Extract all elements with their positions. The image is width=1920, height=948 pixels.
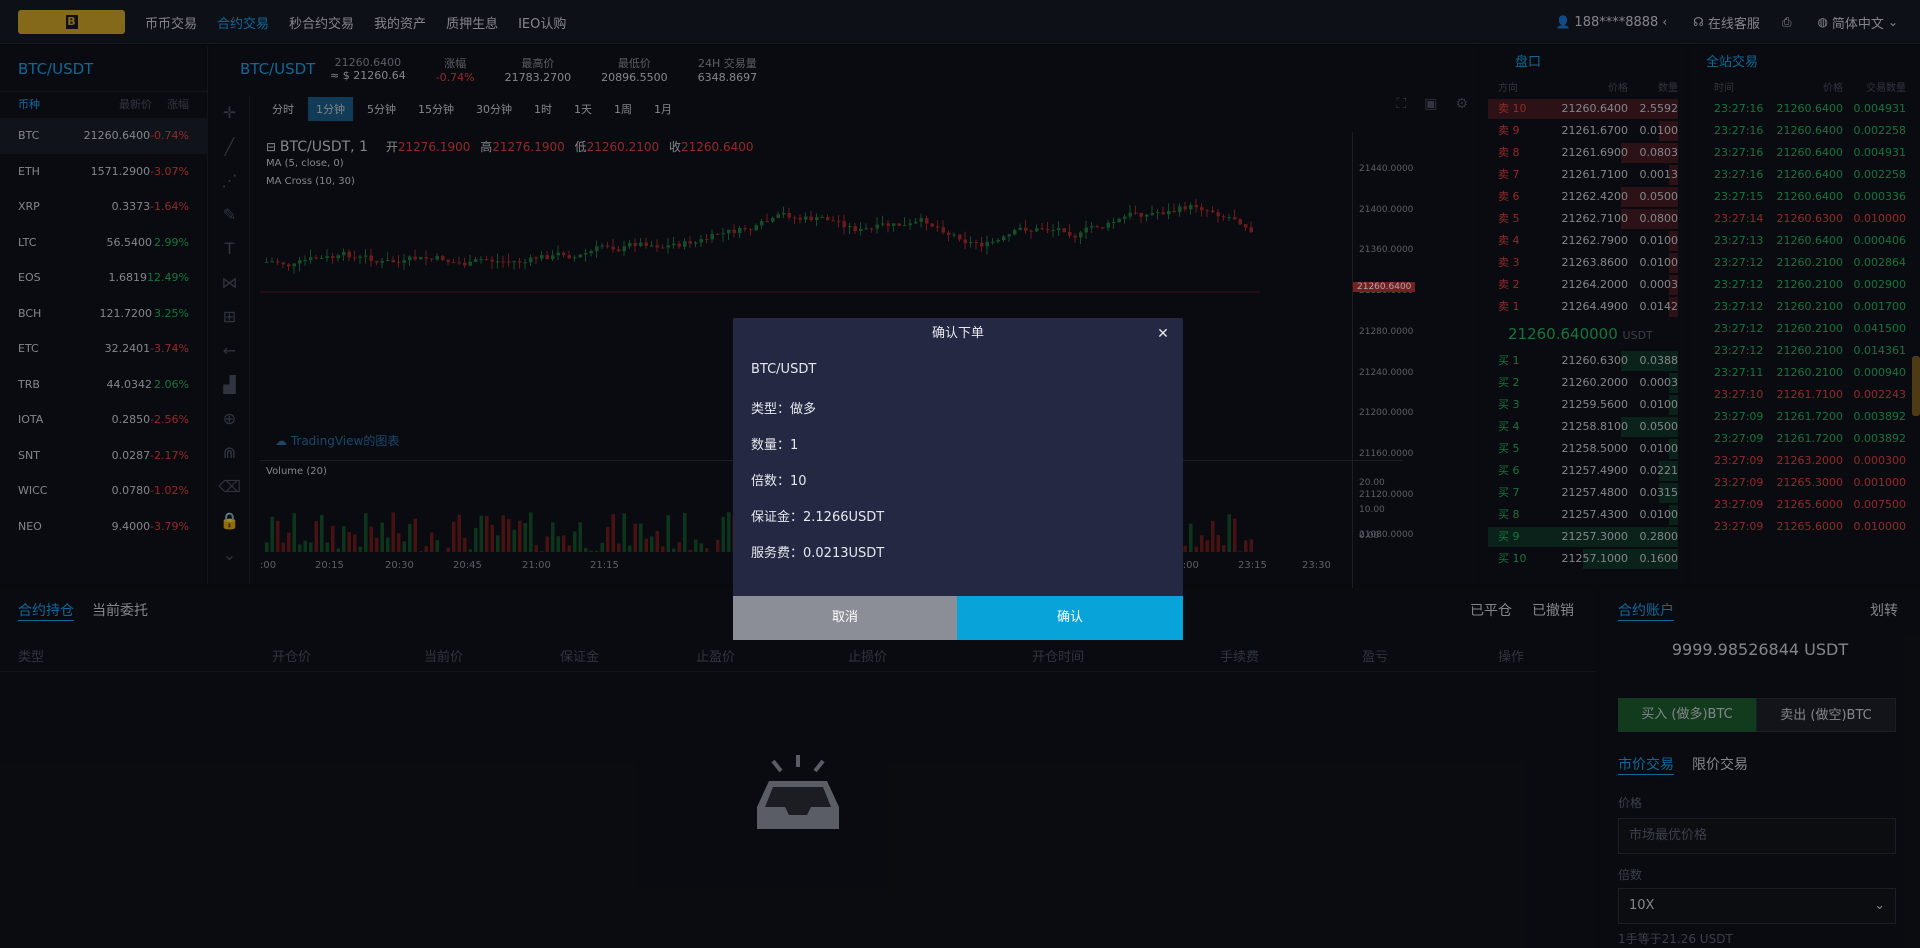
cancel-button[interactable]: 取消	[733, 596, 957, 640]
dialog-symbol: BTC/USDT	[751, 362, 817, 377]
dialog-fee: 服务费：0.0213USDT	[751, 546, 885, 561]
dialog-leverage: 倍数：10	[751, 474, 807, 489]
dialog-title: 确认下单	[931, 326, 984, 341]
dialog-margin: 保证金：2.1266USDT	[751, 510, 885, 525]
dialog-type: 类型：做多	[751, 402, 817, 417]
dialog-quantity: 数量：1	[751, 438, 799, 453]
confirm-order-dialog: 确认下单 ✕ BTC/USDT 类型：做多 数量：1 倍数：10 保证金：2.1…	[733, 318, 1183, 640]
close-icon[interactable]: ✕	[1153, 324, 1173, 344]
confirm-button[interactable]: 确认	[957, 596, 1183, 640]
